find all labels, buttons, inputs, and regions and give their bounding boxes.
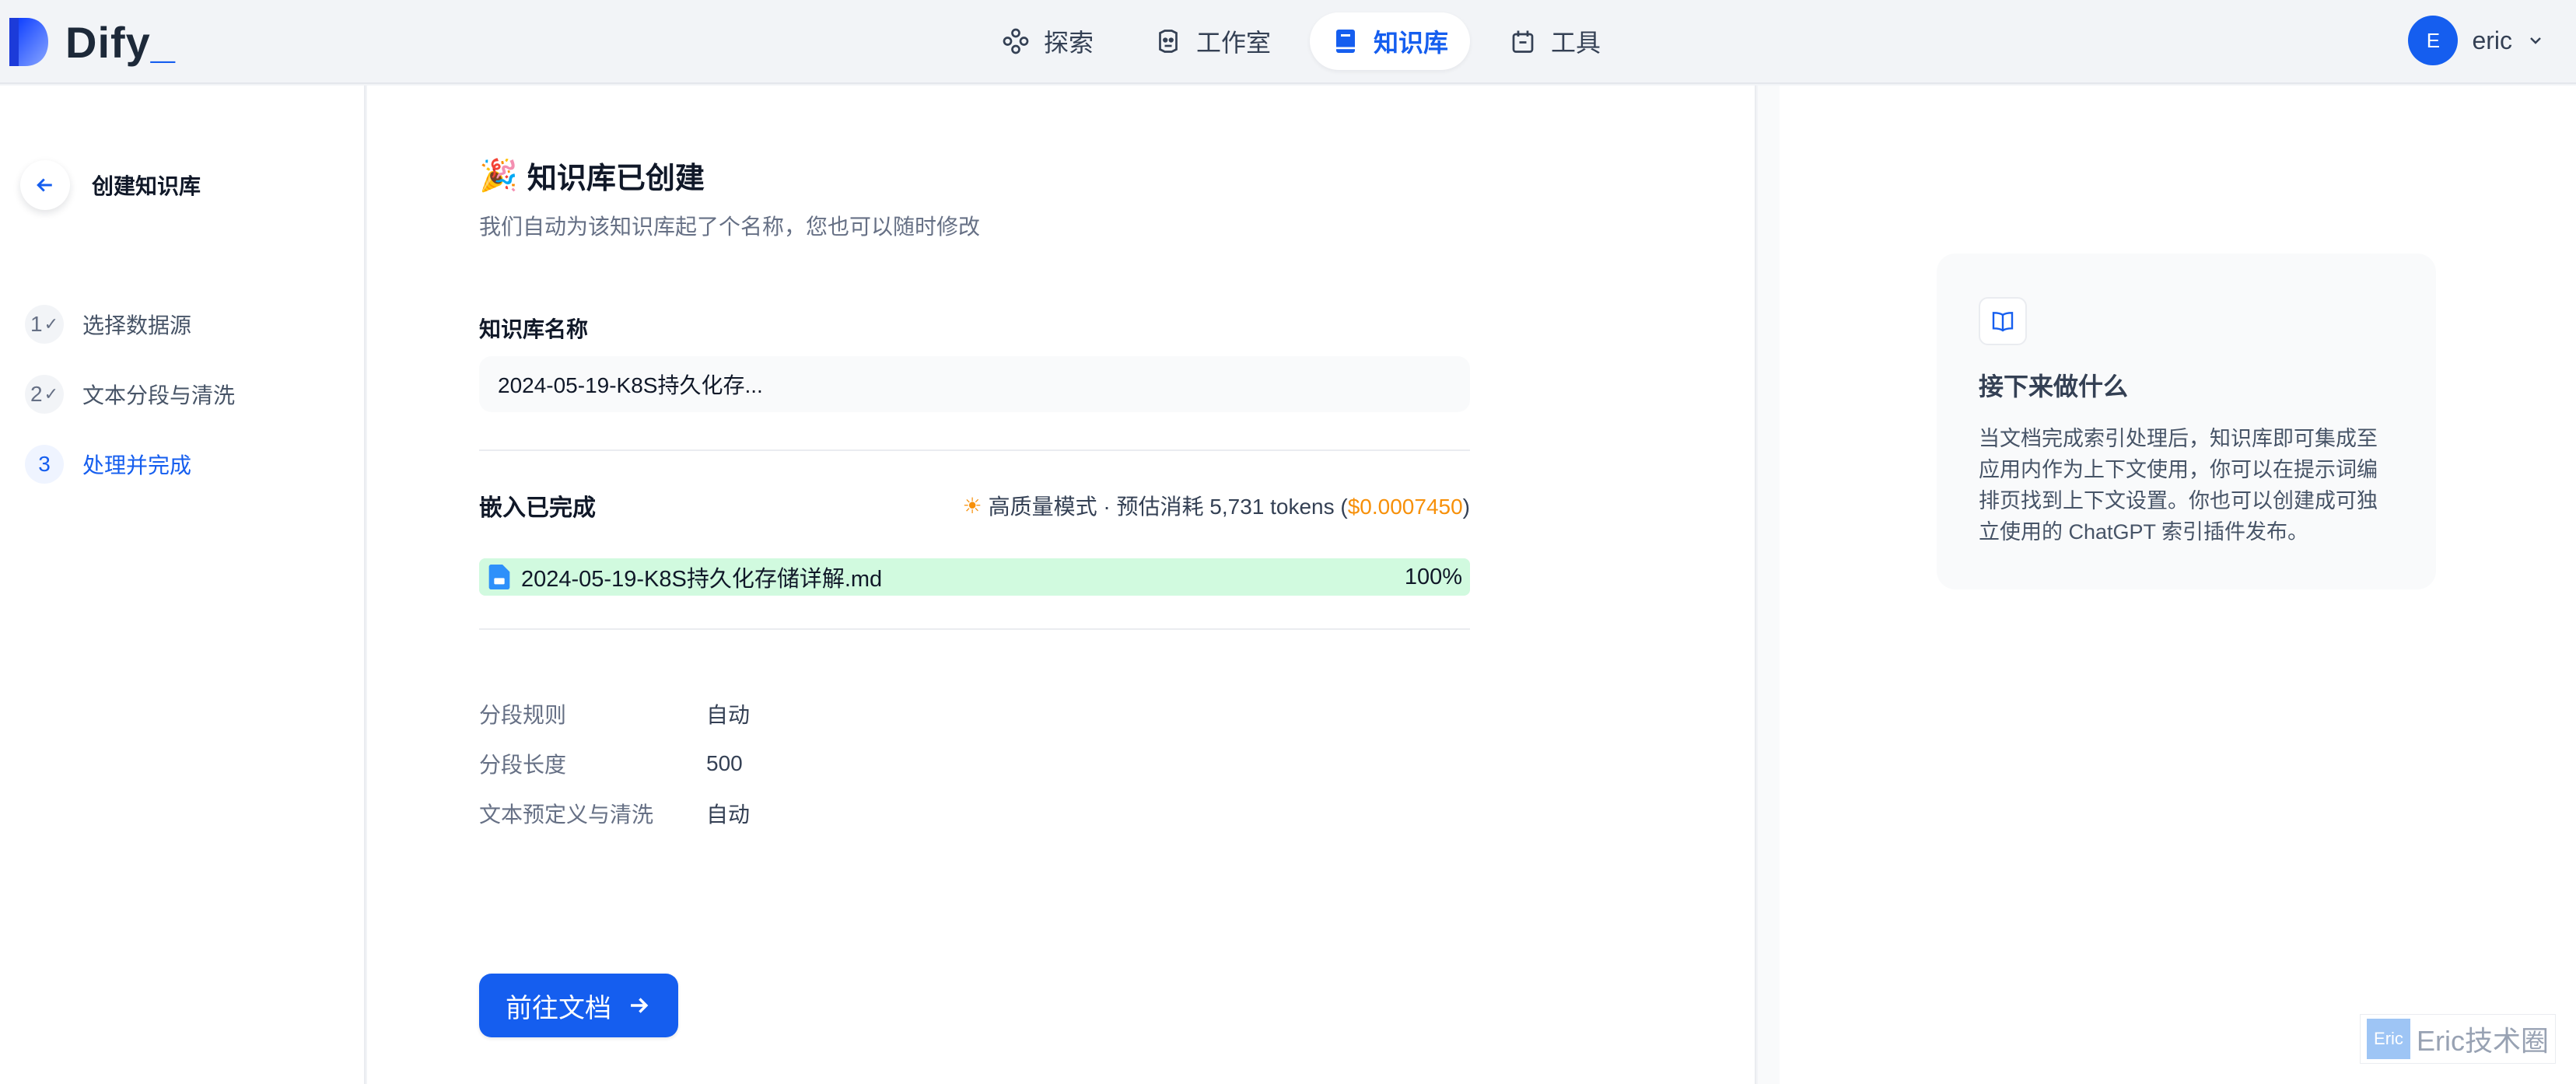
watermark: Eric Eric技术圈 [2360,1014,2556,1064]
title-row: 🎉 知识库已创建 [479,154,705,197]
file-name: 2024-05-19-K8S持久化存储详解.md [521,567,883,592]
rule-value: 自动 [706,803,751,827]
user-name: eric [2472,26,2512,54]
check-icon: ✓ [44,314,58,334]
rule-row: 文本预定义与清洗 自动 [479,789,750,838]
step-label: 文本分段与清洗 [82,383,236,407]
logo-text: Dify_ [65,17,176,67]
cost-value: $0.0007450 [1347,495,1463,519]
top-header: Dify_ 探索 工作室 知识库 工具 E eric [0,0,2576,84]
name-label: 知识库名称 [479,317,589,341]
progress-percent: 100% [1404,564,1462,589]
rule-key: 分段长度 [479,753,567,777]
next-steps-body: 当文档完成索引处理后，知识库即可集成至应用内作为上下文使用，你可以在提示词编排页… [1979,427,2378,544]
rule-value: 500 [706,751,743,775]
back-row: 创建知识库 [20,160,201,210]
nav-tools[interactable]: 工具 [1487,12,1622,70]
nav-explore[interactable]: 探索 [980,12,1115,70]
nav-knowledge[interactable]: 知识库 [1310,12,1471,70]
right-panel: 接下来做什么 当文档完成索引处理后，知识库即可集成至应用内作为上下文使用，你可以… [1758,86,2576,1084]
step-item-current[interactable]: 3 处理并完成 [25,429,235,499]
rule-row: 分段长度 500 [479,739,750,789]
page-title: 知识库已创建 [527,163,705,195]
rule-row: 分段规则 自动 [479,689,750,739]
nav-explore-label: 探索 [1044,29,1094,57]
arrow-right-icon [631,998,649,1013]
step-number: 3 [25,445,64,484]
markdown-file-icon [488,565,510,589]
user-menu[interactable]: E eric [2408,16,2545,65]
next-steps-card: 接下来做什么 当文档完成索引处理后，知识库即可集成至应用内作为上下文使用，你可以… [1937,254,2436,589]
step-item[interactable]: 2 ✓ 文本分段与清洗 [25,359,235,429]
step-list: 1 ✓ 选择数据源 2 ✓ 文本分段与清洗 3 处理并完成 [25,289,235,499]
step-item[interactable]: 1 ✓ 选择数据源 [25,289,235,359]
rule-value: 自动 [706,703,751,727]
rule-key: 分段规则 [479,703,567,727]
rule-key: 文本预定义与清洗 [479,803,654,827]
embed-status-row: 嵌入已完成 ☀ 高质量模式 · 预估消耗 5,731 tokens ($0.00… [479,488,1470,523]
embed-title: 嵌入已完成 [479,495,596,521]
check-icon: ✓ [44,384,58,404]
party-popper-icon: 🎉 [479,159,518,193]
sidebar-title: 创建知识库 [92,174,201,198]
file-progress: 2024-05-19-K8S持久化存储详解.md 100% [479,558,1470,596]
steps-sidebar: 创建知识库 1 ✓ 选择数据源 2 ✓ 文本分段与清洗 3 处理并完成 [0,86,366,1084]
watermark-badge: Eric [2367,1019,2410,1059]
nav-studio[interactable]: 工作室 [1132,12,1293,70]
nav-knowledge-label: 知识库 [1374,29,1449,57]
go-to-documents-label: 前往文档 [506,993,611,1023]
rules-list: 分段规则 自动 分段长度 500 文本预定义与清洗 自动 [479,689,750,838]
dify-logo-mark [9,18,48,66]
step-label: 选择数据源 [82,313,192,337]
chevron-down-icon [2530,37,2541,44]
embed-meta: ☀ 高质量模式 · 预估消耗 5,731 tokens ($0.0007450) [962,493,1471,519]
nav-studio-label: 工作室 [1196,29,1272,57]
main-panel: 🎉 知识库已创建 我们自动为该知识库起了个名称，您也可以随时修改 知识库名称 2… [367,86,1756,1084]
divider [479,628,1470,630]
watermark-text: Eric技术圈 [2417,1025,2549,1057]
next-steps-title: 接下来做什么 [1979,372,2129,400]
step-number: 1 ✓ [25,305,64,344]
page-subtitle: 我们自动为该知识库起了个名称，您也可以随时修改 [479,215,981,239]
toolbox-icon [1512,30,1534,53]
nav-tools-label: 工具 [1551,29,1601,57]
step-label: 处理并完成 [82,453,192,477]
dify-logo[interactable]: Dify_ [5,16,176,68]
book-open-icon [1979,297,2027,345]
back-button[interactable] [20,160,70,210]
divider [479,449,1470,451]
book-icon [1336,30,1356,53]
step-number: 2 ✓ [25,375,64,414]
sun-icon: ☀ [962,493,982,518]
explore-icon [1003,28,1029,54]
arrow-left-icon [37,178,52,192]
knowledge-name-input[interactable]: 2024-05-19-K8S持久化存... [479,356,1470,412]
robot-icon [1159,30,1178,53]
avatar: E [2408,16,2459,65]
main-nav: 探索 工作室 知识库 工具 [980,12,1622,70]
go-to-documents-button[interactable]: 前往文档 [479,974,678,1037]
